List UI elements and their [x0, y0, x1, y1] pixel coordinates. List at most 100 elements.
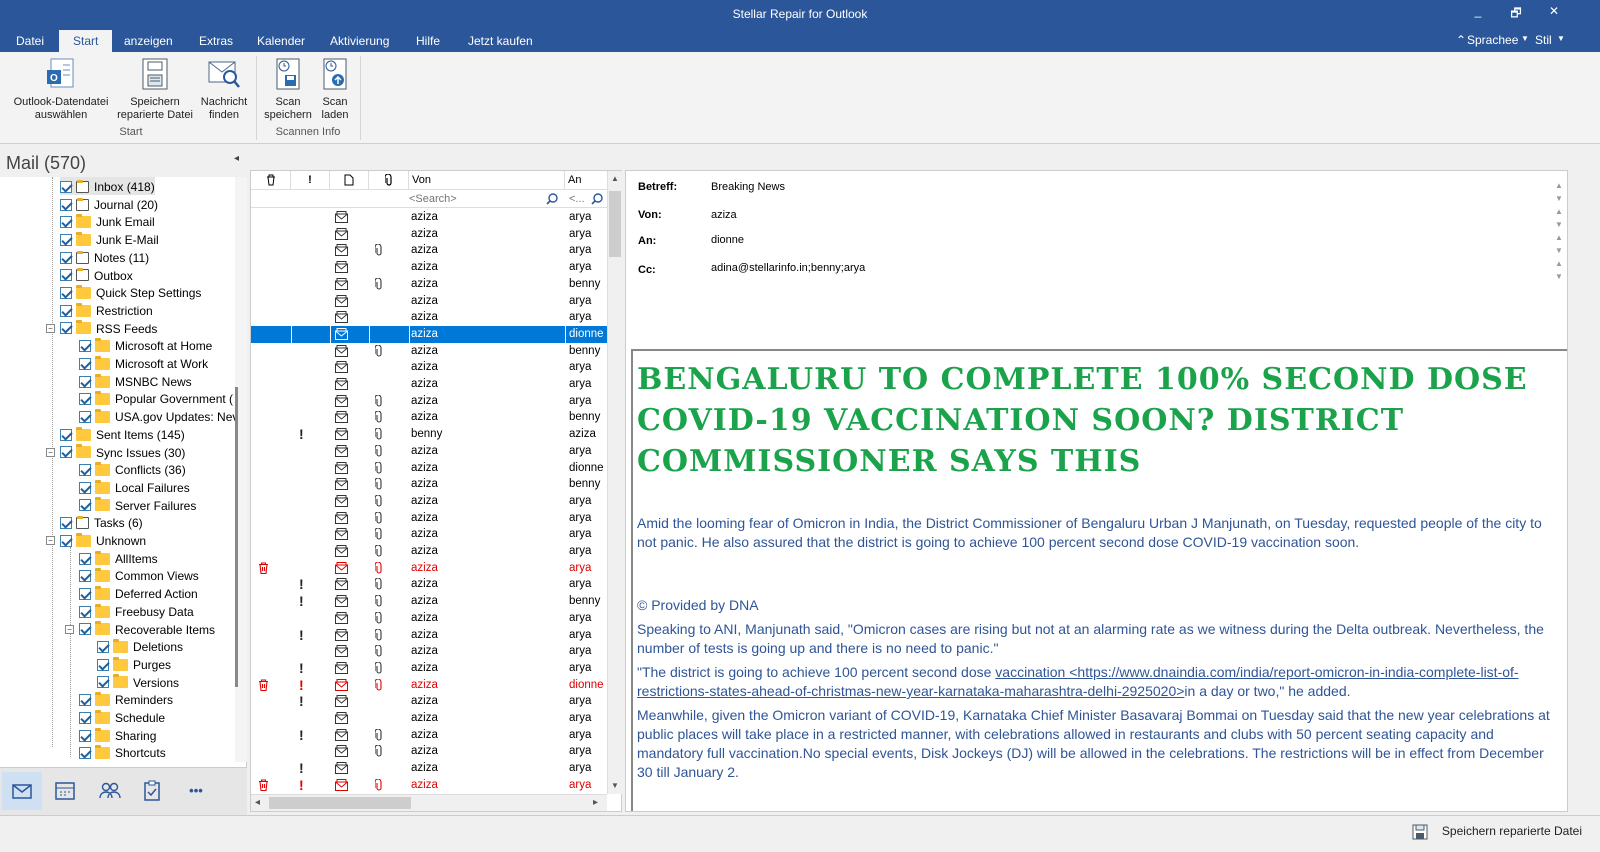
- scroll-left-icon[interactable]: ◂: [255, 797, 260, 808]
- folder-checkbox[interactable]: [79, 729, 91, 742]
- folder-checkbox[interactable]: [97, 676, 109, 689]
- table-row[interactable]: aziza arya: [251, 293, 607, 310]
- table-row[interactable]: aziza arya: [251, 710, 607, 727]
- tree-node[interactable]: Local Failures: [79, 478, 190, 496]
- table-row[interactable]: aziza arya: [251, 393, 607, 410]
- save-icon[interactable]: [1412, 824, 1428, 840]
- folder-checkbox[interactable]: [60, 198, 72, 211]
- table-row[interactable]: aziza arya: [251, 743, 607, 760]
- find-message-button[interactable]: Nachricht finden: [196, 56, 252, 122]
- table-row[interactable]: aziza dionne: [251, 325, 607, 343]
- delete-column-icon[interactable]: [251, 171, 291, 190]
- table-row[interactable]: aziza arya: [251, 526, 607, 543]
- nav-calendar-button[interactable]: [52, 778, 78, 804]
- table-row[interactable]: aziza arya: [251, 443, 607, 460]
- table-row[interactable]: ! aziza arya: [251, 727, 607, 744]
- collapse-toggle-icon[interactable]: −: [46, 447, 55, 457]
- table-row[interactable]: aziza arya: [251, 259, 607, 276]
- tree-node[interactable]: Junk E-Mail: [60, 230, 159, 248]
- folder-checkbox[interactable]: [79, 410, 91, 423]
- tree-node[interactable]: Junk Email: [60, 212, 155, 230]
- tree-node[interactable]: Deletions: [97, 637, 183, 655]
- folder-checkbox[interactable]: [79, 552, 91, 565]
- tree-node[interactable]: − Recoverable Items: [65, 620, 215, 638]
- table-row[interactable]: ! aziza arya: [251, 660, 607, 677]
- search-input[interactable]: [409, 191, 554, 207]
- tree-node[interactable]: − Sync Issues (30): [46, 443, 185, 461]
- folder-checkbox[interactable]: [97, 641, 109, 654]
- tree-node[interactable]: Schedule: [79, 708, 165, 726]
- tab-kalender[interactable]: Kalender: [243, 32, 319, 52]
- tree-node[interactable]: Inbox (418): [60, 177, 155, 195]
- tab-aktivierung[interactable]: Aktivierung: [316, 32, 403, 52]
- tree-node[interactable]: Reminders: [79, 690, 173, 708]
- table-row[interactable]: aziza benny: [251, 409, 607, 426]
- delete-icon[interactable]: [258, 562, 269, 574]
- tab-extras[interactable]: Extras: [185, 32, 247, 52]
- tree-node[interactable]: Microsoft at Home: [79, 336, 212, 354]
- folder-checkbox[interactable]: [79, 587, 91, 600]
- collapse-pane-icon[interactable]: ◂: [234, 153, 239, 164]
- folder-checkbox[interactable]: [79, 340, 91, 353]
- load-scan-button[interactable]: Scan laden: [312, 56, 358, 122]
- nav-tasks-button[interactable]: [139, 778, 165, 804]
- folder-checkbox[interactable]: [79, 464, 91, 477]
- collapse-toggle-icon[interactable]: −: [65, 624, 74, 634]
- table-row[interactable]: aziza arya: [251, 510, 607, 527]
- table-row[interactable]: aziza arya: [251, 560, 607, 577]
- table-row[interactable]: aziza arya: [251, 643, 607, 660]
- table-row[interactable]: ! aziza arya: [251, 576, 607, 593]
- tree-node[interactable]: − Unknown: [46, 531, 146, 549]
- tree-node[interactable]: − RSS Feeds: [46, 319, 157, 337]
- table-row[interactable]: ! aziza arya: [251, 693, 607, 710]
- scroll-up-icon[interactable]: ▲: [611, 174, 619, 183]
- tree-node[interactable]: Common Views: [79, 566, 199, 584]
- folder-checkbox[interactable]: [79, 694, 91, 707]
- tab-start[interactable]: Start: [59, 30, 113, 52]
- tree-node[interactable]: Tasks (6): [60, 513, 143, 531]
- scrollbar-thumb[interactable]: [269, 797, 411, 809]
- nav-mail-button[interactable]: [2, 772, 42, 810]
- folder-checkbox[interactable]: [79, 375, 91, 388]
- folder-checkbox[interactable]: [79, 570, 91, 583]
- tree-node[interactable]: Journal (20): [60, 195, 158, 213]
- scroll-arrows-icon[interactable]: ▲ ▼ ▲ ▼ ▲ ▼ ▲ ▼: [1555, 179, 1567, 283]
- tree-node[interactable]: Freebusy Data: [79, 602, 194, 620]
- sprache-dropdown-icon[interactable]: ▼: [1521, 34, 1529, 43]
- tree-node[interactable]: Popular Government (: [79, 389, 233, 407]
- folder-checkbox[interactable]: [79, 393, 91, 406]
- select-outlook-file-button[interactable]: O Outlook-Datendatei auswählen: [8, 56, 114, 122]
- close-button[interactable]: ✕: [1544, 4, 1564, 18]
- folder-checkbox[interactable]: [60, 287, 72, 300]
- attachment-column-icon[interactable]: [369, 171, 409, 190]
- tree-node[interactable]: USA.gov Updates: Nev: [79, 407, 235, 425]
- tab-jetzt-kaufen[interactable]: Jetzt kaufen: [454, 32, 547, 52]
- tab-datei[interactable]: Datei: [2, 32, 58, 52]
- save-scan-button[interactable]: Scan speichern: [260, 56, 316, 122]
- folder-checkbox[interactable]: [79, 747, 91, 760]
- folder-checkbox[interactable]: [60, 216, 72, 229]
- table-row[interactable]: ! benny aziza: [251, 426, 607, 443]
- table-row[interactable]: aziza benny: [251, 276, 607, 293]
- table-row[interactable]: aziza arya: [251, 242, 607, 259]
- folder-checkbox[interactable]: [60, 517, 72, 530]
- table-row[interactable]: aziza arya: [251, 359, 607, 376]
- search-an-input[interactable]: [569, 191, 591, 207]
- tree-node[interactable]: Microsoft at Work: [79, 354, 208, 372]
- tree-node[interactable]: Notes (11): [60, 248, 149, 266]
- nav-contacts-button[interactable]: [97, 778, 123, 804]
- folder-checkbox[interactable]: [60, 269, 72, 282]
- tree-node[interactable]: Deferred Action: [79, 584, 198, 602]
- save-repaired-file-button[interactable]: Speichern reparierte Datei: [114, 56, 196, 122]
- list-horizontal-scrollbar[interactable]: ◂ ▸: [251, 794, 607, 811]
- folder-checkbox[interactable]: [79, 481, 91, 494]
- tree-node[interactable]: Restriction: [60, 301, 153, 319]
- scrollbar-thumb[interactable]: [609, 191, 621, 257]
- table-row[interactable]: aziza arya: [251, 376, 607, 393]
- importance-column-icon[interactable]: !: [291, 171, 330, 190]
- tree-node[interactable]: Quick Step Settings: [60, 283, 201, 301]
- table-row[interactable]: aziza arya: [251, 610, 607, 627]
- tree-node[interactable]: Versions: [97, 673, 179, 691]
- tree-node[interactable]: Shortcuts: [79, 743, 166, 761]
- folder-checkbox[interactable]: [60, 251, 72, 264]
